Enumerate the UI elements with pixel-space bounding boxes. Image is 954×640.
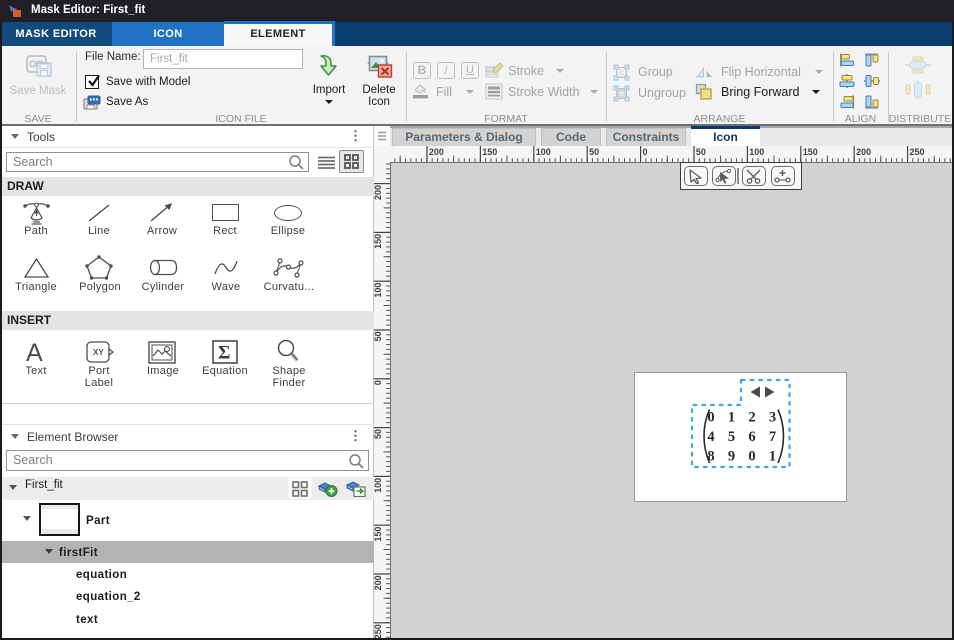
svg-text:200: 200 [856, 147, 871, 157]
svg-text:8: 8 [707, 449, 714, 465]
svg-text:0: 0 [748, 449, 755, 465]
svg-text:50: 50 [374, 429, 383, 439]
svg-text:9: 9 [728, 449, 735, 465]
svg-text:Σ: Σ [218, 343, 230, 364]
svg-text:150: 150 [374, 527, 383, 542]
svg-text:3: 3 [769, 410, 776, 426]
svg-text:7: 7 [769, 429, 776, 445]
svg-text:200: 200 [374, 575, 383, 590]
svg-text:50: 50 [589, 147, 599, 157]
svg-text:0: 0 [707, 410, 714, 426]
svg-text:150: 150 [803, 147, 818, 157]
svg-text:4: 4 [707, 429, 714, 445]
svg-text:6: 6 [748, 429, 755, 445]
svg-text:150: 150 [482, 147, 497, 157]
svg-text:1: 1 [769, 449, 776, 465]
svg-text:XY: XY [93, 348, 104, 357]
svg-text:0: 0 [374, 380, 383, 385]
svg-text:150: 150 [374, 234, 383, 249]
svg-text:100: 100 [374, 478, 383, 493]
svg-text:0: 0 [643, 147, 648, 157]
svg-text:100: 100 [536, 147, 551, 157]
svg-text:100: 100 [374, 283, 383, 298]
svg-text:250: 250 [910, 147, 925, 157]
svg-text:5: 5 [728, 429, 735, 445]
svg-text:200: 200 [429, 147, 444, 157]
svg-text:200: 200 [374, 185, 383, 200]
svg-text:100: 100 [749, 147, 764, 157]
svg-text:50: 50 [696, 147, 706, 157]
svg-text:2: 2 [748, 410, 755, 426]
svg-text:50: 50 [374, 331, 383, 341]
svg-text:250: 250 [374, 624, 383, 638]
svg-text:1: 1 [728, 410, 735, 426]
